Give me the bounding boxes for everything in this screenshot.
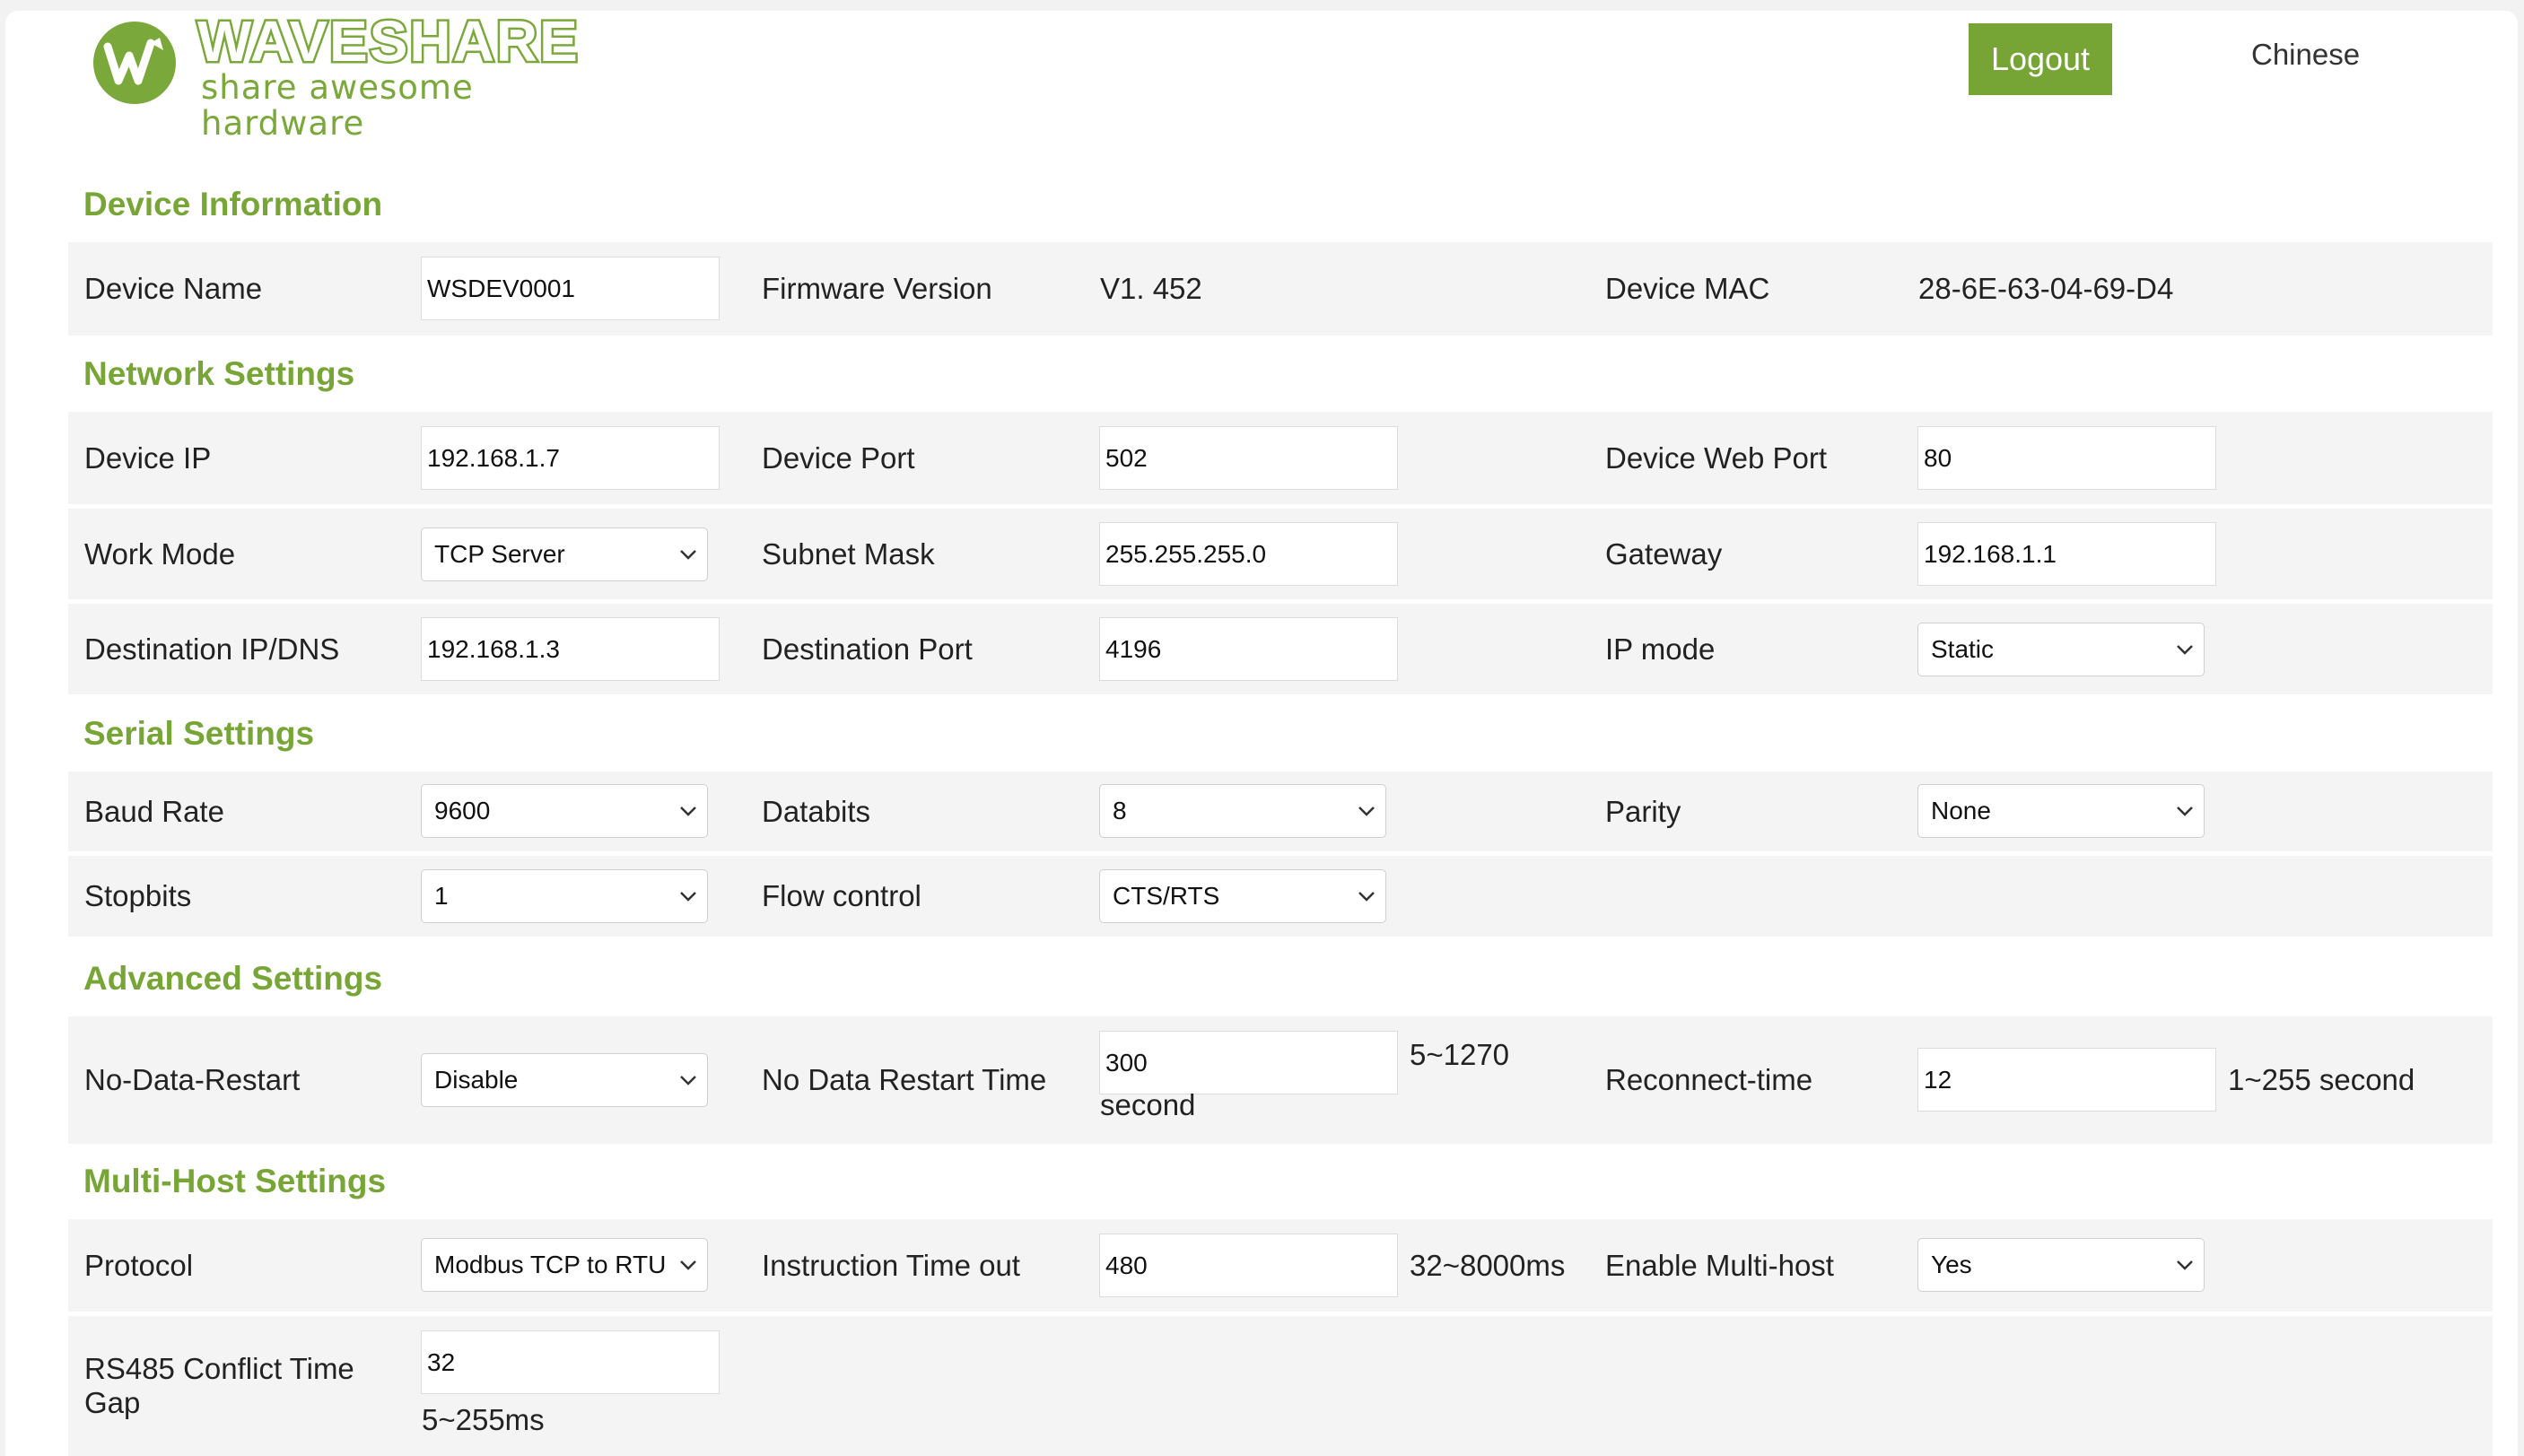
- work-mode-label: Work Mode: [84, 536, 236, 571]
- no-data-restart-time-unit: second: [1100, 1088, 1196, 1121]
- chevron-down-icon: [680, 892, 696, 902]
- multi-host-settings-title: Multi-Host Settings: [83, 1163, 387, 1199]
- device-port-label: Device Port: [762, 440, 915, 475]
- table-row: Destination IP/DNS Destination Port IP m…: [68, 604, 2493, 694]
- chevron-down-icon: [680, 1260, 696, 1270]
- web-port-label: Device Web Port: [1605, 440, 1827, 475]
- chevron-down-icon: [680, 806, 696, 816]
- table-row: RS485 Conflict Time Gap 5~255ms: [68, 1316, 2493, 1456]
- databits-label: Databits: [762, 794, 871, 828]
- baud-rate-selected-value: 9600: [434, 797, 491, 824]
- baud-rate-select[interactable]: 9600: [421, 784, 708, 838]
- device-port-input[interactable]: [1099, 426, 1398, 490]
- ip-mode-label: IP mode: [1605, 632, 1716, 666]
- protocol-select[interactable]: Modbus TCP to RTU: [421, 1238, 708, 1292]
- network-settings-title: Network Settings: [83, 355, 355, 392]
- flow-control-selected-value: CTS/RTS: [1113, 882, 1220, 910]
- table-row: Device IP Device Port Device Web Port: [68, 412, 2493, 504]
- gateway-input[interactable]: [1917, 522, 2216, 586]
- databits-selected-value: 8: [1113, 797, 1127, 824]
- advanced-settings-title: Advanced Settings: [83, 960, 383, 997]
- device-ip-label: Device IP: [84, 440, 212, 475]
- rs485-conflict-gap-label: RS485 Conflict Time Gap: [84, 1352, 354, 1419]
- ip-mode-select[interactable]: Static: [1917, 623, 2205, 676]
- device-mac-value: 28-6E-63-04-69-D4: [1918, 272, 2174, 305]
- destination-ip-label: Destination IP/DNS: [84, 632, 340, 666]
- enable-multi-host-label: Enable Multi-host: [1605, 1248, 1834, 1282]
- instruction-timeout-label: Instruction Time out: [762, 1248, 1020, 1282]
- work-mode-select[interactable]: TCP Server: [421, 527, 708, 581]
- flow-control-select[interactable]: CTS/RTS: [1099, 869, 1386, 923]
- chevron-down-icon: [1358, 806, 1375, 816]
- parity-label: Parity: [1605, 794, 1681, 828]
- device-name-label: Device Name: [84, 272, 263, 305]
- chevron-down-icon: [680, 1076, 696, 1085]
- no-data-restart-selected-value: Disable: [434, 1066, 519, 1094]
- no-data-restart-label: No-Data-Restart: [84, 1063, 301, 1096]
- no-data-restart-time-input[interactable]: [1099, 1031, 1398, 1094]
- enable-multi-host-selected-value: Yes: [1931, 1251, 1972, 1278]
- chevron-down-icon: [1358, 892, 1375, 902]
- chevron-down-icon: [2177, 1260, 2193, 1270]
- table-row: Baud Rate 9600 Databits 8 Parity None: [68, 772, 2493, 851]
- stopbits-select[interactable]: 1: [421, 869, 708, 923]
- flow-control-label: Flow control: [762, 879, 921, 912]
- device-info-title: Device Information: [83, 186, 383, 222]
- table-row: Protocol Modbus TCP to RTU Instruction T…: [68, 1219, 2493, 1312]
- ip-mode-selected-value: Static: [1931, 635, 1995, 663]
- protocol-selected-value: Modbus TCP to RTU: [434, 1251, 667, 1278]
- stopbits-selected-value: 1: [434, 882, 449, 910]
- reconnect-time-label: Reconnect-time: [1605, 1063, 1813, 1096]
- device-ip-input[interactable]: [421, 426, 720, 490]
- table-row: Stopbits 1 Flow control CTS/RTS: [68, 856, 2493, 937]
- device-name-input[interactable]: [421, 257, 720, 320]
- logout-button[interactable]: Logout: [1969, 23, 2112, 95]
- no-data-restart-select[interactable]: Disable: [421, 1053, 708, 1107]
- stopbits-label: Stopbits: [84, 879, 192, 912]
- web-port-input[interactable]: [1917, 426, 2216, 490]
- subnet-mask-input[interactable]: [1099, 522, 1398, 586]
- reconnect-time-range: 1~255 second: [2228, 1063, 2415, 1096]
- destination-port-label: Destination Port: [762, 632, 973, 666]
- destination-ip-input[interactable]: [421, 617, 720, 681]
- chevron-down-icon: [2177, 806, 2193, 816]
- instruction-timeout-range: 32~8000ms: [1410, 1249, 1566, 1282]
- waveshare-logo: WAVESHARE share awesome hardware: [88, 11, 626, 142]
- baud-rate-label: Baud Rate: [84, 794, 224, 828]
- table-row: Work Mode TCP Server Subnet Mask Gateway: [68, 509, 2493, 599]
- config-page: WAVESHARE share awesome hardware Logout …: [5, 11, 2518, 1456]
- databits-select[interactable]: 8: [1099, 784, 1386, 838]
- instruction-timeout-input[interactable]: [1099, 1234, 1398, 1297]
- parity-selected-value: None: [1931, 797, 1991, 824]
- waveshare-logo-icon: [93, 22, 176, 104]
- serial-settings-title: Serial Settings: [83, 715, 315, 752]
- enable-multi-host-select[interactable]: Yes: [1917, 1238, 2205, 1292]
- no-data-restart-time-label: No Data Restart Time: [762, 1063, 1047, 1096]
- firmware-version-label: Firmware Version: [762, 272, 992, 305]
- device-mac-label: Device MAC: [1605, 272, 1770, 305]
- reconnect-time-input[interactable]: [1917, 1048, 2216, 1112]
- parity-select[interactable]: None: [1917, 784, 2205, 838]
- subnet-mask-label: Subnet Mask: [762, 536, 935, 571]
- gateway-label: Gateway: [1605, 536, 1723, 571]
- chevron-down-icon: [680, 550, 696, 560]
- rs485-conflict-gap-input[interactable]: [421, 1330, 720, 1394]
- protocol-label: Protocol: [84, 1248, 194, 1282]
- destination-port-input[interactable]: [1099, 617, 1398, 681]
- logo-wordmark: WAVESHARE: [196, 11, 581, 74]
- rs485-conflict-gap-range: 5~255ms: [422, 1403, 545, 1436]
- logo-tagline: share awesome hardware: [201, 68, 474, 143]
- chevron-down-icon: [2177, 645, 2193, 655]
- work-mode-selected-value: TCP Server: [434, 540, 565, 568]
- no-data-restart-time-range: 5~1270: [1410, 1038, 1510, 1071]
- table-row: Device Name Firmware Version V1. 452 Dev…: [68, 242, 2493, 336]
- language-switch-link[interactable]: Chinese: [2251, 38, 2360, 72]
- firmware-version-value: V1. 452: [1100, 272, 1202, 305]
- table-row: No-Data-Restart Disable No Data Restart …: [68, 1016, 2493, 1144]
